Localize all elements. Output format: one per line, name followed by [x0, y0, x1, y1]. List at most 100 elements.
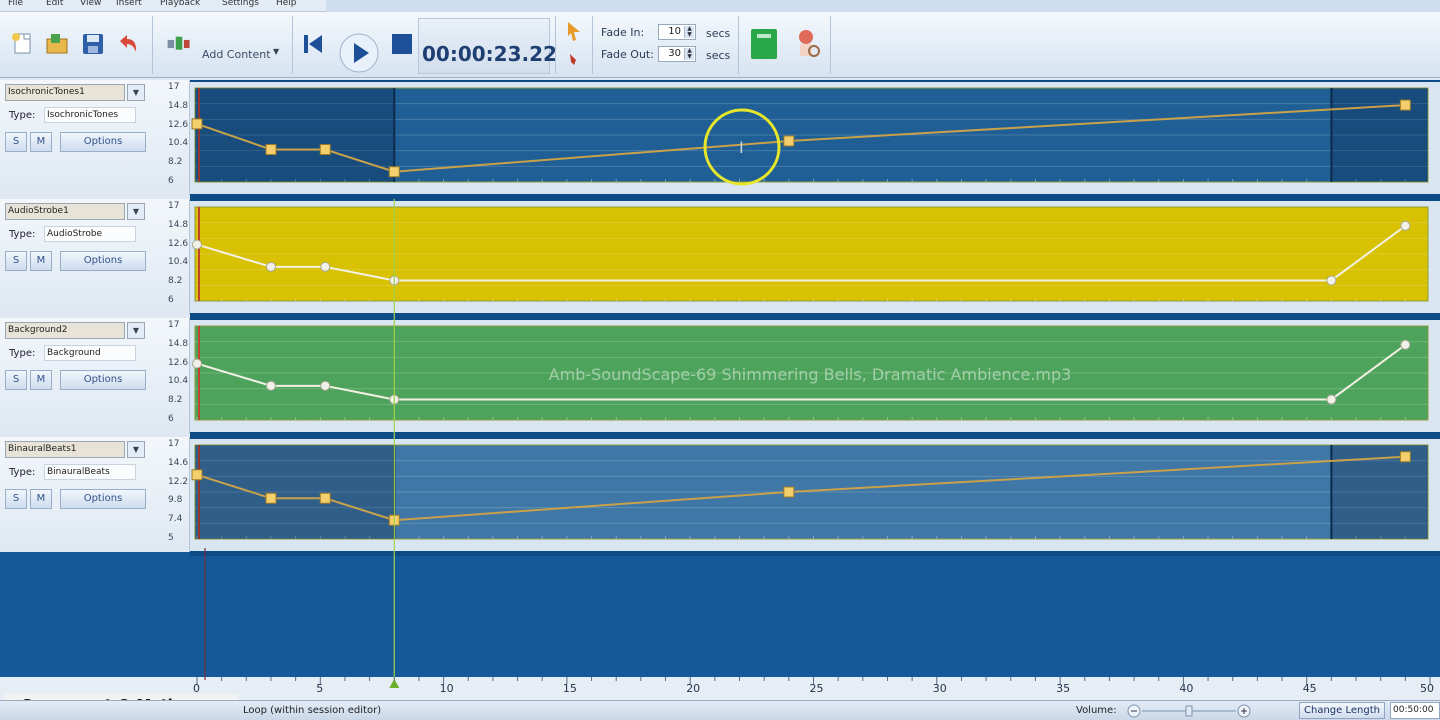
volume-label: Volume:	[1076, 705, 1117, 716]
track-type-value: BinauralBeats	[44, 464, 136, 480]
chevron-down-icon[interactable]: ▼	[127, 322, 145, 339]
clip-label: Amb-SoundScape-69 Shimmering Bells, Dram…	[549, 365, 1072, 384]
track-type-label: Type:	[9, 348, 36, 359]
y-tick-label: 17	[168, 82, 180, 92]
chevron-down-icon[interactable]: ▼	[127, 203, 145, 220]
volume-slider[interactable]	[1126, 703, 1254, 719]
y-tick-label: 17	[168, 320, 180, 330]
timeline-tick-label: 45	[1302, 682, 1317, 695]
envelope-point[interactable]	[265, 380, 276, 391]
options-button[interactable]: Options	[60, 370, 146, 390]
track-panel-2: Background2 ▼ Type: Background S M Options 17 14…	[0, 318, 190, 433]
envelope-point[interactable]	[1399, 451, 1411, 463]
y-tick-label: 17	[168, 439, 180, 449]
y-tick-label: 14.6	[168, 457, 189, 468]
y-tick-label: 10.4	[168, 376, 189, 387]
status-bar: Loop (within session editor) Volume: Cha…	[0, 700, 1440, 720]
y-tick-label: 12.6	[168, 119, 189, 130]
y-tick-label: 14.8	[168, 219, 189, 230]
length-input[interactable]: 00:50:00	[1390, 702, 1440, 719]
envelope-point[interactable]	[783, 135, 795, 147]
y-tick-label: 12.6	[168, 357, 189, 368]
timeline-tick-label: 20	[686, 682, 701, 695]
envelope-point[interactable]	[192, 358, 202, 369]
options-button[interactable]: Options	[60, 251, 146, 271]
timeline-tick-label: 50	[1420, 682, 1434, 695]
envelope-point[interactable]	[265, 144, 277, 156]
y-tick-label: 5	[168, 533, 174, 543]
solo-button[interactable]: S	[5, 251, 27, 271]
options-button[interactable]: Options	[60, 489, 146, 509]
envelope-point[interactable]	[265, 261, 276, 272]
solo-button[interactable]: S	[5, 489, 27, 509]
options-button[interactable]: Options	[60, 132, 146, 152]
y-tick-label: 8.2	[168, 395, 183, 406]
solo-button[interactable]: S	[5, 132, 27, 152]
region-shade	[195, 445, 395, 539]
envelope-point[interactable]	[320, 380, 331, 391]
y-tick-label: 8.2	[168, 276, 183, 287]
track-type-value: IsochronicTones	[44, 107, 136, 123]
envelope-point[interactable]	[191, 118, 203, 130]
envelope-point[interactable]	[191, 469, 203, 481]
track-type-value: Background	[44, 345, 136, 361]
track-panel-1: AudioStrobe1 ▼ Type: AudioStrobe S M Options 17…	[0, 199, 190, 314]
mute-button[interactable]: M	[30, 251, 52, 271]
track-type-label: Type:	[9, 110, 36, 121]
track-panel-0: IsochronicTones1 ▼ Type: IsochronicTones S M O…	[0, 80, 190, 195]
timeline-tick-label: 5	[316, 682, 324, 695]
y-tick-label: 14.8	[168, 100, 189, 111]
envelope-point[interactable]	[1326, 394, 1337, 405]
track-name-field[interactable]: IsochronicTones1	[5, 84, 125, 101]
y-tick-label: 10.4	[168, 138, 189, 149]
chevron-down-icon[interactable]: ▼	[127, 441, 145, 458]
timeline-tick-label: 25	[809, 682, 824, 695]
envelope-point[interactable]	[265, 492, 277, 504]
timeline-tick-label: 30	[932, 682, 947, 695]
y-tick-label: 12.6	[168, 238, 189, 249]
envelope-point[interactable]	[1400, 220, 1411, 231]
y-tick-label: 7.4	[168, 514, 183, 525]
region-shade	[195, 88, 395, 182]
mute-button[interactable]: M	[30, 489, 52, 509]
track-panel-3: BinauralBeats1 ▼ Type: BinauralBeats S M Optio…	[0, 437, 190, 552]
envelope-point[interactable]	[388, 166, 400, 178]
timeline-tick-label: 40	[1179, 682, 1194, 695]
y-tick-label: 17	[168, 201, 180, 211]
y-tick-label: 9.8	[168, 495, 183, 506]
envelope-point[interactable]	[1400, 339, 1411, 350]
track-type-label: Type:	[9, 467, 36, 478]
track-type-label: Type:	[9, 229, 36, 240]
envelope-point[interactable]	[320, 261, 331, 272]
text-cursor-icon: I	[739, 138, 744, 157]
envelope-point[interactable]	[1399, 99, 1411, 111]
y-tick-label: 6	[168, 414, 174, 424]
region-shade	[1331, 88, 1428, 182]
change-length-button[interactable]: Change Length	[1299, 702, 1385, 719]
y-tick-label: 14.8	[168, 338, 189, 349]
envelope-point[interactable]	[783, 486, 795, 498]
track-type-value: AudioStrobe	[44, 226, 136, 242]
solo-button[interactable]: S	[5, 370, 27, 390]
timeline-tick-label: 10	[439, 682, 454, 695]
track-name-field[interactable]: Background2	[5, 322, 125, 339]
y-tick-label: 6	[168, 176, 174, 186]
envelope-point[interactable]	[192, 239, 202, 250]
track-name-field[interactable]: BinauralBeats1	[5, 441, 125, 458]
mute-button[interactable]: M	[30, 370, 52, 390]
envelope-point[interactable]	[1326, 275, 1337, 286]
timeline-tick-label: 35	[1056, 682, 1071, 695]
envelope-point[interactable]	[319, 492, 331, 504]
track-name-field[interactable]: AudioStrobe1	[5, 203, 125, 220]
y-tick-label: 12.2	[168, 476, 189, 487]
y-tick-label: 8.2	[168, 157, 183, 168]
empty-track-area	[0, 548, 1440, 678]
y-tick-label: 6	[168, 295, 174, 305]
timeline-tick-label: 15	[562, 682, 577, 695]
mute-button[interactable]: M	[30, 132, 52, 152]
envelope-point[interactable]	[319, 144, 331, 156]
timeline-lanes: Amb-SoundScape-69 Shimmering Bells, Dram…	[0, 80, 1440, 700]
y-tick-label: 10.4	[168, 257, 189, 268]
chevron-down-icon[interactable]: ▼	[127, 84, 145, 101]
status-text: Loop (within session editor)	[243, 705, 382, 716]
